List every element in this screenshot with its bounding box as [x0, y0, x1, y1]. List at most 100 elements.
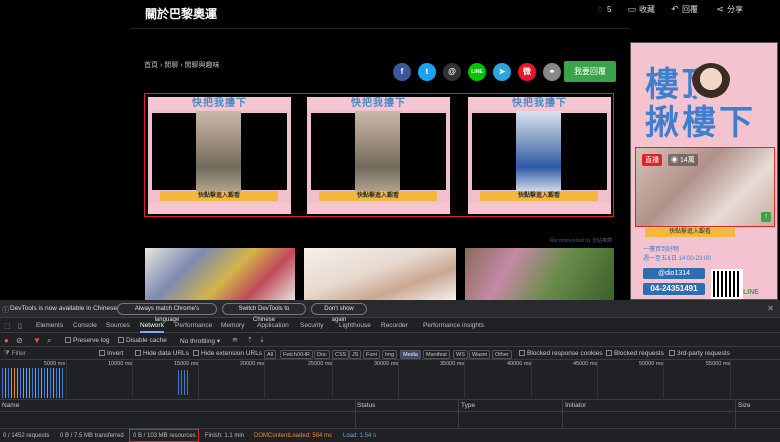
checkbox-box — [669, 350, 675, 357]
type-filter-font[interactable]: Font — [363, 349, 381, 359]
invert-checkbox[interactable]: Invert — [99, 350, 123, 357]
sidebar-info-line: 一樓買到好物 — [643, 247, 680, 253]
reply-top-button[interactable]: ↶ 回覆 — [670, 4, 698, 14]
recommended-label[interactable]: Recommended by 全站推薦 — [550, 237, 612, 244]
upload-icon[interactable]: ⇡ — [247, 336, 253, 344]
switch-chinese-button[interactable]: Switch DevTools to Chinese — [222, 303, 306, 323]
breadcrumb-chat[interactable]: 閒聊 — [164, 62, 178, 69]
reply-icon: ↶ — [671, 4, 679, 14]
tab-console[interactable]: Console — [73, 322, 97, 329]
type-filter-img[interactable]: Img — [382, 349, 398, 359]
top-bar: 關於巴黎奧運 ◌ 5 ▭ 收藏 ↶ 回覆 ⋖ 分享 — [130, 0, 780, 28]
ad-banner[interactable]: 快把我摟下 快點擊進入觀看 — [307, 97, 450, 214]
sidebar-watch-button[interactable]: 快點擊進入觀看 — [645, 228, 735, 237]
ad-watch-button[interactable]: 快點擊進入觀看 — [160, 191, 278, 201]
type-filter-doc[interactable]: Doc — [314, 349, 330, 359]
thumbnail-image[interactable] — [465, 248, 614, 300]
filter-input[interactable]: ⧩ Filter — [4, 350, 94, 358]
type-filter-js[interactable]: JS — [349, 349, 362, 359]
dont-show-again-button[interactable]: Don't show again — [311, 303, 367, 323]
network-overview-timeline[interactable]: 5000 ms 10000 ms 15000 ms 20000 ms 25000… — [0, 360, 780, 400]
thumbnail-image[interactable] — [145, 248, 295, 300]
column-name[interactable]: Name — [2, 402, 19, 409]
search-icon[interactable]: ⌕ — [47, 336, 51, 346]
preserve-log-checkbox[interactable]: Preserve log — [65, 337, 110, 344]
filter-funnel-icon[interactable]: ▼ — [33, 336, 41, 345]
checkbox-box — [135, 350, 141, 357]
type-filter-css[interactable]: CSS — [332, 349, 350, 359]
type-filter-ws[interactable]: WS — [453, 349, 468, 359]
breadcrumb-home[interactable]: 首頁 — [144, 62, 158, 69]
sidebar-ad-portrait — [691, 63, 731, 103]
blocked-cookies-label: Blocked response cookies — [527, 350, 603, 357]
sidebar-ad[interactable]: 樓頂 揪樓下 直播 ◉ 14萬 ↑ 快點擊進入觀看 一樓買到好物 週一至五&日 … — [630, 42, 778, 300]
ad-row: 快把我摟下 快點擊進入觀看 快把我摟下 快點擊進入觀看 快把我摟下 快點擊進入觀… — [144, 93, 614, 217]
blocked-requests-checkbox[interactable]: Blocked requests — [606, 350, 664, 357]
favorite-label: 收藏 — [639, 4, 655, 14]
line-icon[interactable]: LINE — [468, 63, 486, 81]
type-filter-wasm[interactable]: Wasm — [469, 349, 491, 359]
network-status-bar: 0 / 1452 requests 0 B / 7.5 MB transferr… — [0, 428, 780, 442]
tab-performance-insights[interactable]: Performance insights — [423, 322, 484, 329]
column-initiator[interactable]: Initiator — [565, 402, 586, 409]
facebook-icon[interactable]: f — [393, 63, 411, 81]
type-filter-other[interactable]: Other — [492, 349, 512, 359]
blocked-cookies-checkbox[interactable]: Blocked response cookies — [519, 350, 603, 357]
hide-extension-urls-checkbox[interactable]: Hide extension URLs — [193, 350, 262, 357]
weibo-icon[interactable]: 微 — [518, 63, 536, 81]
tab-performance[interactable]: Performance — [175, 322, 212, 329]
timeline-gridline — [66, 360, 67, 400]
inspect-icon[interactable]: ⬚ — [4, 322, 11, 330]
column-type[interactable]: Type — [461, 402, 475, 409]
webpage: 關於巴黎奧運 ◌ 5 ▭ 收藏 ↶ 回覆 ⋖ 分享 首頁 › 閒聊 › 閒聊與趣… — [0, 0, 780, 300]
type-filter-all[interactable]: All — [264, 349, 277, 359]
clear-icon[interactable]: ⊘ — [16, 336, 23, 345]
share-button[interactable]: ⋖ 分享 — [715, 4, 743, 14]
timeline-tick: 25000 ms — [308, 361, 333, 367]
checkbox-box — [118, 337, 124, 344]
column-size[interactable]: Size — [738, 402, 751, 409]
tab-application[interactable]: Application — [257, 322, 289, 329]
breadcrumb-fun[interactable]: 閒聊與趣味 — [184, 62, 219, 69]
arrow-up-icon[interactable]: ↑ — [761, 212, 771, 222]
reply-button[interactable]: 我要回覆 — [564, 61, 616, 82]
wifi-icon[interactable]: ≋ — [232, 336, 238, 344]
thumbnail-image[interactable] — [304, 248, 456, 300]
hide-data-urls-checkbox[interactable]: Hide data URLs — [135, 350, 189, 357]
favorite-button[interactable]: ▭ 收藏 — [627, 4, 655, 14]
devtools-panel: ⓘ DevTools is now available in Chinese! … — [0, 300, 780, 442]
download-icon[interactable]: ⇣ — [259, 336, 265, 344]
third-party-checkbox[interactable]: 3rd-party requests — [669, 350, 730, 357]
tab-sources[interactable]: Sources — [106, 322, 130, 329]
tab-recorder[interactable]: Recorder — [381, 322, 408, 329]
record-icon[interactable]: ● — [4, 336, 9, 345]
threads-icon[interactable]: @ — [443, 63, 461, 81]
type-filter-fetch[interactable]: Fetch/XHR — [280, 349, 313, 359]
blocked-requests-label: Blocked requests — [614, 350, 664, 357]
match-language-button[interactable]: Always match Chrome's language — [117, 303, 217, 323]
tab-network[interactable]: Network — [140, 322, 164, 333]
ad-headline: 快把我摟下 — [148, 97, 291, 110]
ad-banner[interactable]: 快把我摟下 快點擊進入觀看 — [468, 97, 611, 214]
ad-banner[interactable]: 快把我摟下 快點擊進入觀看 — [148, 97, 291, 214]
throttling-select[interactable]: No throttling ▾ — [180, 337, 220, 345]
comment-count-button[interactable]: ◌ 5 — [595, 4, 611, 14]
tab-memory[interactable]: Memory — [221, 322, 244, 329]
tab-elements[interactable]: Elements — [36, 322, 63, 329]
sidebar-live-video[interactable]: 直播 ◉ 14萬 ↑ — [635, 147, 775, 227]
telegram-icon[interactable]: ➤ — [493, 63, 511, 81]
disable-cache-checkbox[interactable]: Disable cache — [118, 337, 167, 344]
ad-watch-button[interactable]: 快點擊進入觀看 — [480, 191, 598, 201]
type-filter-manifest[interactable]: Manifest — [423, 349, 450, 359]
device-toggle-icon[interactable]: ▯ — [18, 322, 22, 330]
type-filter-media[interactable]: Media — [400, 349, 421, 359]
column-status[interactable]: Status — [357, 402, 375, 409]
info-icon: ⓘ — [2, 307, 9, 314]
ad-watch-button[interactable]: 快點擊進入觀看 — [319, 191, 437, 201]
twitter-icon[interactable]: t — [418, 63, 436, 81]
tab-lighthouse[interactable]: Lighthouse — [339, 322, 371, 329]
link-icon[interactable]: ⚭ — [543, 63, 561, 81]
dcl-marker — [14, 368, 15, 398]
close-icon[interactable]: ✕ — [767, 304, 774, 313]
tab-security[interactable]: Security — [300, 322, 323, 329]
